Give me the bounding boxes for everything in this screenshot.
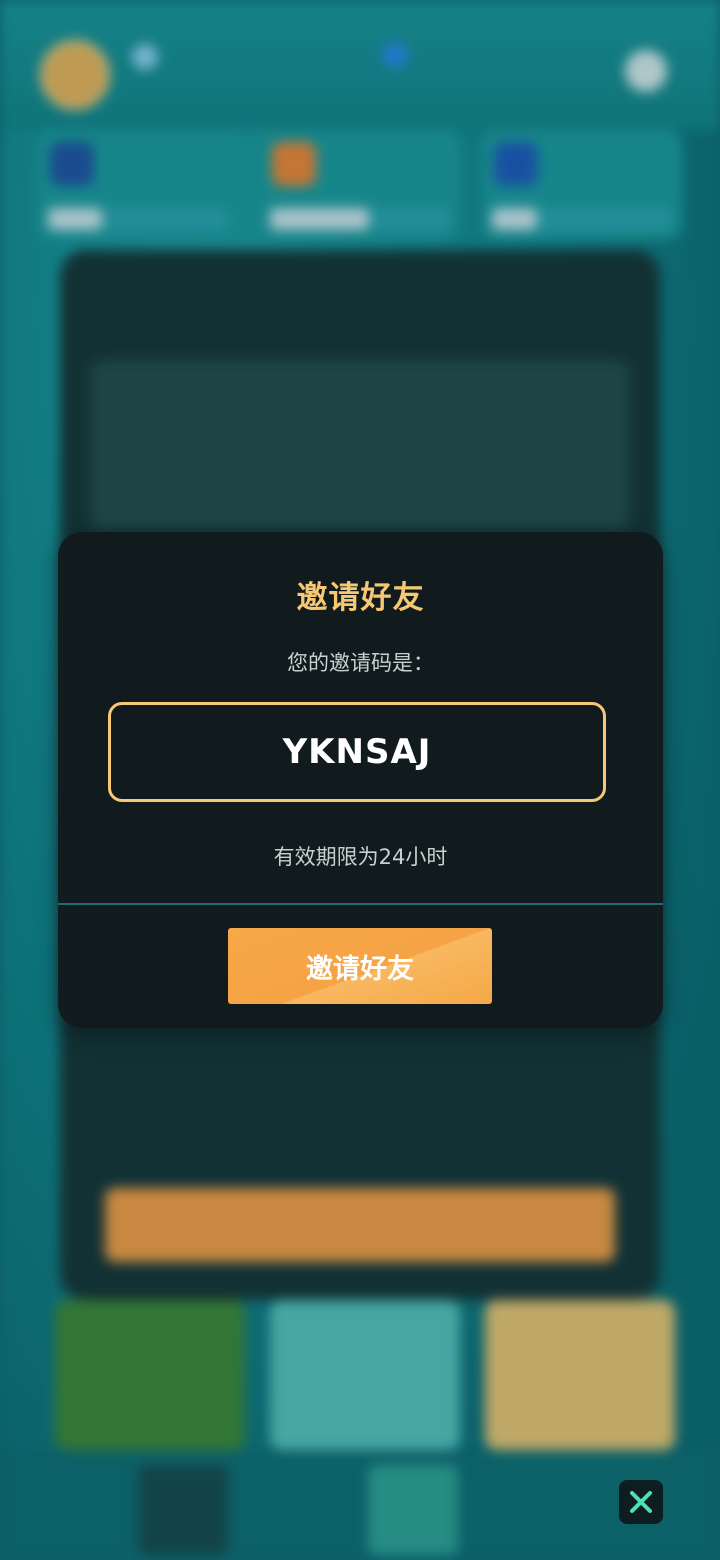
invite-code-label: 您的邀请码是： (287, 651, 434, 675)
modal-title: 邀请好友 (296, 580, 425, 616)
divider (58, 903, 663, 905)
invite-friend-button[interactable]: 邀请好友 (228, 928, 492, 1004)
invite-modal: 邀请好友 您的邀请码是： YKNSAJ 有效期限为24小时 邀请好友 (58, 532, 663, 1028)
close-button[interactable] (619, 1480, 663, 1524)
invite-code-box: YKNSAJ (108, 702, 606, 802)
validity-text: 有效期限为24小时 (273, 845, 448, 869)
invite-code: YKNSAJ (282, 732, 432, 772)
close-icon (630, 1491, 652, 1513)
